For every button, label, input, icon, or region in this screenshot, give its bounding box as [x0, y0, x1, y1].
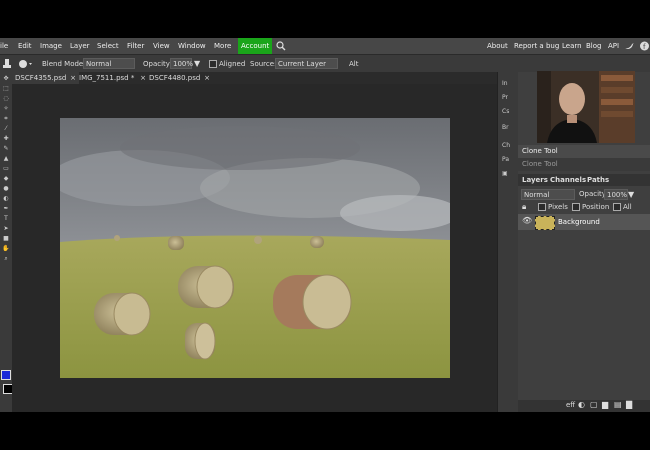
aligned-label: Aligned — [219, 60, 246, 68]
shape-tool-icon[interactable]: ■ — [0, 234, 12, 243]
tab-layers[interactable]: Layers — [522, 174, 548, 186]
tab-dscf4355[interactable]: DSCF4355.psd × — [12, 72, 79, 84]
close-icon[interactable]: × — [204, 72, 210, 84]
dodge-tool-icon[interactable]: ◐ — [0, 194, 12, 203]
info-panel-tab[interactable]: In — [502, 80, 508, 87]
document-tabs: DSCF4355.psd × IMG_7511.psd * × DSCF4480… — [12, 72, 497, 84]
folder-icon[interactable]: ▆ — [602, 400, 608, 409]
collapsed-panels: In Pr Cs Br Ch Pa ▣ — [497, 72, 519, 412]
css-panel-tab[interactable]: Cs — [502, 108, 509, 115]
tab-channels[interactable]: Channels — [550, 174, 586, 186]
trash-icon[interactable]: ▇ — [626, 400, 632, 409]
menu-view[interactable]: View — [153, 38, 170, 54]
brush-tool-icon[interactable]: ✎ — [0, 144, 12, 153]
clone-tool-icon[interactable]: ▲ — [0, 154, 12, 163]
menu-layer[interactable]: Layer — [70, 38, 90, 54]
visibility-eye-icon[interactable]: 👁︎ — [522, 216, 532, 225]
menu-edit[interactable]: Edit — [18, 38, 32, 54]
effects-label[interactable]: eff — [566, 401, 575, 409]
zoom-tool-icon[interactable]: ⌕ — [0, 254, 12, 263]
foreground-color-swatch[interactable] — [1, 370, 11, 380]
lock-position-checkbox[interactable]: Position — [572, 203, 609, 211]
facebook-icon[interactable]: f — [639, 38, 650, 54]
history-item-clone-tool[interactable]: Clone Tool — [518, 145, 650, 158]
lock-pixels-label: Pixels — [548, 203, 568, 211]
menu-about[interactable]: About — [487, 38, 508, 54]
layers-bottom-toolbar: eff ◐ ▢ ▆ ▤ ▇ — [518, 400, 650, 412]
layer-opacity-input[interactable]: 100% — [604, 189, 628, 200]
menu-window[interactable]: Window — [178, 38, 206, 54]
brush-preset-picker[interactable] — [16, 55, 36, 73]
mask-icon[interactable]: ▢ — [590, 400, 598, 409]
layer-opacity-dropdown-icon[interactable]: ▼ — [628, 189, 634, 200]
tab-paths[interactable]: Paths — [587, 174, 609, 186]
layer-name: Background — [558, 218, 600, 226]
brush-panel-tab[interactable]: Br — [502, 124, 509, 131]
tab-dscf4480[interactable]: DSCF4480.psd × — [146, 72, 213, 84]
tab-label: IMG_7511.psd * — [79, 74, 135, 82]
text-tool-icon[interactable]: T — [0, 214, 12, 223]
lock-all-checkbox[interactable]: All — [613, 203, 632, 211]
twitter-icon[interactable] — [624, 38, 635, 54]
aligned-checkbox[interactable]: Aligned — [209, 55, 245, 73]
opacity-dropdown-icon[interactable]: ▼ — [194, 55, 200, 73]
eyedropper-tool-icon[interactable]: ⁄ — [0, 124, 12, 133]
new-layer-icon[interactable]: ▤ — [614, 400, 622, 409]
opacity-input[interactable]: 100% — [170, 58, 193, 69]
crop-tool-icon[interactable]: ⌗ — [0, 114, 12, 123]
account-button[interactable]: Account — [238, 38, 273, 54]
webcam-overlay — [537, 71, 635, 143]
menu-bar: ile Edit Image Layer Select Filter View … — [0, 38, 650, 54]
menu-api[interactable]: API — [608, 38, 619, 54]
marquee-tool-icon[interactable]: ⬚ — [0, 84, 12, 93]
character-panel-tab[interactable]: Ch — [502, 142, 510, 149]
layer-thumbnail — [535, 216, 555, 230]
path-select-tool-icon[interactable]: ➤ — [0, 224, 12, 233]
source-label: Source: — [250, 60, 277, 68]
menu-more[interactable]: More — [214, 38, 231, 54]
menu-report-bug[interactable]: Report a bug — [514, 38, 559, 54]
fill-tool-icon[interactable]: ◆ — [0, 174, 12, 183]
source-select[interactable]: Current Layer — [275, 58, 338, 69]
blur-tool-icon[interactable]: ● — [0, 184, 12, 193]
tab-img7511[interactable]: IMG_7511.psd * × — [76, 72, 149, 84]
tab-label: DSCF4355.psd — [15, 74, 67, 82]
eraser-tool-icon[interactable]: ▭ — [0, 164, 12, 173]
paragraph-panel-tab[interactable]: Pa — [502, 156, 509, 163]
document-image[interactable] — [60, 118, 450, 378]
adjustment-icon[interactable]: ◐ — [578, 400, 585, 409]
layer-blend-select[interactable]: Normal — [521, 189, 575, 200]
alt-label: Alt — [349, 60, 359, 68]
hand-tool-icon[interactable]: ✋ — [0, 244, 12, 253]
properties-panel-tab[interactable]: Pr — [502, 94, 508, 101]
blend-mode-label: Blend Mode: — [42, 60, 86, 68]
lasso-tool-icon[interactable]: ◌ — [0, 94, 12, 103]
menu-file[interactable]: ile — [0, 38, 8, 54]
tab-label: DSCF4480.psd — [149, 74, 201, 82]
menu-select[interactable]: Select — [97, 38, 119, 54]
clone-stamp-icon[interactable] — [2, 55, 12, 73]
wand-tool-icon[interactable]: ✧ — [0, 104, 12, 113]
layer-row-background[interactable]: 👁︎ Background — [518, 214, 650, 230]
image-icon[interactable]: ▣ — [502, 170, 508, 177]
pen-tool-icon[interactable]: ✒ — [0, 204, 12, 213]
lock-pixels-checkbox[interactable]: Pixels — [538, 203, 568, 211]
menu-filter[interactable]: Filter — [127, 38, 144, 54]
tools-panel: ✥ ⬚ ◌ ✧ ⌗ ⁄ ✚ ✎ ▲ ▭ ◆ ● ◐ ✒ T ➤ ■ ✋ ⌕ — [0, 72, 13, 412]
menu-learn[interactable]: Learn — [562, 38, 582, 54]
menu-blog[interactable]: Blog — [586, 38, 601, 54]
move-tool-icon[interactable]: ✥ — [0, 74, 12, 83]
opacity-label: Opacity: — [143, 60, 172, 68]
layers-panel-tabs: Layers Channels Paths — [518, 174, 650, 186]
menu-image[interactable]: Image — [40, 38, 62, 54]
history-item-clone-tool[interactable]: Clone Tool — [518, 158, 650, 171]
lock-all-label: All — [623, 203, 632, 211]
healing-tool-icon[interactable]: ✚ — [0, 134, 12, 143]
lock-position-label: Position — [582, 203, 610, 211]
canvas-workspace[interactable] — [12, 84, 497, 412]
search-icon[interactable] — [275, 38, 287, 54]
lock-icon: 🔒︎ — [522, 202, 527, 211]
blend-mode-select[interactable]: Normal — [83, 58, 135, 69]
